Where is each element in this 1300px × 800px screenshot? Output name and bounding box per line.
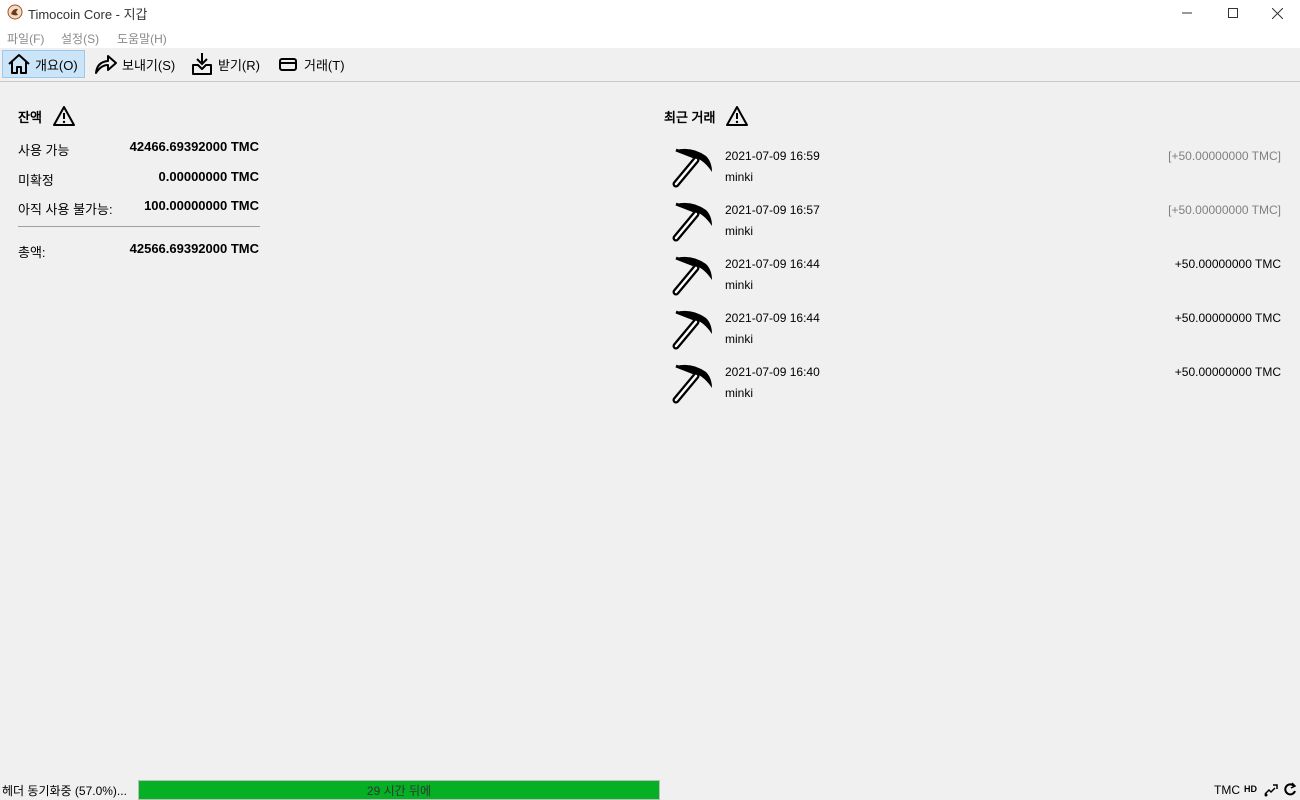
transaction-row[interactable]: 2021-07-09 16:44 minki +50.00000000 TMC xyxy=(664,256,1284,310)
transaction-date: 2021-07-09 16:59 xyxy=(725,149,820,163)
transaction-row[interactable]: 2021-07-09 16:40 minki +50.00000000 TMC xyxy=(664,364,1284,418)
transaction-label: minki xyxy=(725,278,754,292)
warning-icon[interactable] xyxy=(52,105,76,127)
tab-send[interactable]: 보내기(S) xyxy=(90,50,181,78)
tab-send-label: 보내기(S) xyxy=(122,57,176,73)
transaction-date: 2021-07-09 16:44 xyxy=(725,311,820,325)
tab-receive-label: 받기(R) xyxy=(218,57,260,73)
recent-transactions-title: 최근 거래 xyxy=(664,109,716,125)
mining-pickaxe-icon xyxy=(672,364,712,404)
available-label: 사용 가능 xyxy=(18,143,70,158)
send-arrow-icon xyxy=(95,55,117,74)
mining-pickaxe-icon xyxy=(672,202,712,242)
close-button[interactable] xyxy=(1254,0,1300,26)
receive-inbox-icon xyxy=(192,53,212,75)
transaction-amount: +50.00000000 TMC xyxy=(1174,257,1281,271)
hd-icon: HD xyxy=(1244,784,1257,794)
home-icon xyxy=(8,54,30,74)
transaction-label: minki xyxy=(725,224,754,238)
balances-title: 잔액 xyxy=(18,109,42,125)
menu-bar: 파일(F) 설정(S) 도움말(H) xyxy=(0,26,1300,48)
close-icon xyxy=(1271,7,1283,19)
transaction-label: minki xyxy=(725,170,754,184)
mining-pickaxe-icon xyxy=(672,256,712,296)
tab-overview[interactable]: 개요(O) xyxy=(2,50,85,78)
transaction-type-icon xyxy=(668,144,714,193)
tab-transactions[interactable]: 거래(T) xyxy=(272,50,351,78)
transaction-row[interactable]: 2021-07-09 16:59 minki [+50.00000000 TMC] xyxy=(664,148,1284,202)
pending-label: 미확정 xyxy=(18,173,54,188)
minimize-button[interactable] xyxy=(1164,0,1210,26)
pending-value[interactable]: 0.00000000 TMC xyxy=(159,169,259,184)
transaction-amount: [+50.00000000 TMC] xyxy=(1168,203,1281,217)
mining-pickaxe-icon xyxy=(672,310,712,350)
tab-transactions-label: 거래(T) xyxy=(304,57,345,73)
total-label: 총액: xyxy=(18,245,46,260)
title-bar: Timocoin Core - 지갑 xyxy=(0,0,1300,26)
immature-value[interactable]: 100.00000000 TMC xyxy=(144,198,259,213)
transaction-label: minki xyxy=(725,332,754,346)
transaction-date: 2021-07-09 16:44 xyxy=(725,257,820,271)
transaction-date: 2021-07-09 16:57 xyxy=(725,203,820,217)
app-logo-icon xyxy=(7,4,23,20)
sync-progress-bar: 29 시간 뒤에 xyxy=(138,780,660,800)
transaction-amount: +50.00000000 TMC xyxy=(1174,311,1281,325)
menu-settings[interactable]: 설정(S) xyxy=(61,30,99,47)
transaction-amount: +50.00000000 TMC xyxy=(1174,365,1281,379)
transaction-type-icon xyxy=(668,198,714,247)
toolbar: 개요(O) 보내기(S) 받기(R) 거래(T) xyxy=(0,48,1300,82)
warning-icon[interactable] xyxy=(725,105,749,127)
transaction-amount: [+50.00000000 TMC] xyxy=(1168,149,1281,163)
window-title: Timocoin Core - 지갑 xyxy=(28,7,148,22)
available-value[interactable]: 42466.69392000 TMC xyxy=(130,139,259,154)
sync-status-text: 헤더 동기화중 (57.0%)... xyxy=(2,784,127,798)
immature-label: 아직 사용 불가능: xyxy=(18,202,113,217)
maximize-icon xyxy=(1228,8,1238,18)
balance-divider xyxy=(18,226,260,227)
menu-file[interactable]: 파일(F) xyxy=(7,30,44,47)
total-value[interactable]: 42566.69392000 TMC xyxy=(130,241,259,256)
sync-progress-text: 29 시간 뒤에 xyxy=(366,783,432,798)
transaction-type-icon xyxy=(668,306,714,355)
mining-pickaxe-icon xyxy=(672,148,712,188)
card-icon xyxy=(279,58,297,71)
tab-receive[interactable]: 받기(R) xyxy=(186,50,266,78)
transaction-row[interactable]: 2021-07-09 16:44 minki +50.00000000 TMC xyxy=(664,310,1284,364)
minimize-icon xyxy=(1182,12,1192,14)
sync-icon[interactable] xyxy=(1283,782,1297,798)
balances-header: 잔액 xyxy=(18,105,76,127)
tab-overview-label: 개요(O) xyxy=(35,57,78,73)
transaction-label: minki xyxy=(725,386,754,400)
network-icon[interactable] xyxy=(1263,782,1279,798)
transaction-date: 2021-07-09 16:40 xyxy=(725,365,820,379)
menu-help[interactable]: 도움말(H) xyxy=(117,30,167,47)
transaction-row[interactable]: 2021-07-09 16:57 minki [+50.00000000 TMC] xyxy=(664,202,1284,256)
transaction-type-icon xyxy=(668,252,714,301)
recent-transactions-header: 최근 거래 xyxy=(664,105,749,127)
display-unit-label[interactable]: TMC xyxy=(1214,783,1240,797)
transaction-type-icon xyxy=(668,360,714,409)
maximize-button[interactable] xyxy=(1210,0,1256,26)
